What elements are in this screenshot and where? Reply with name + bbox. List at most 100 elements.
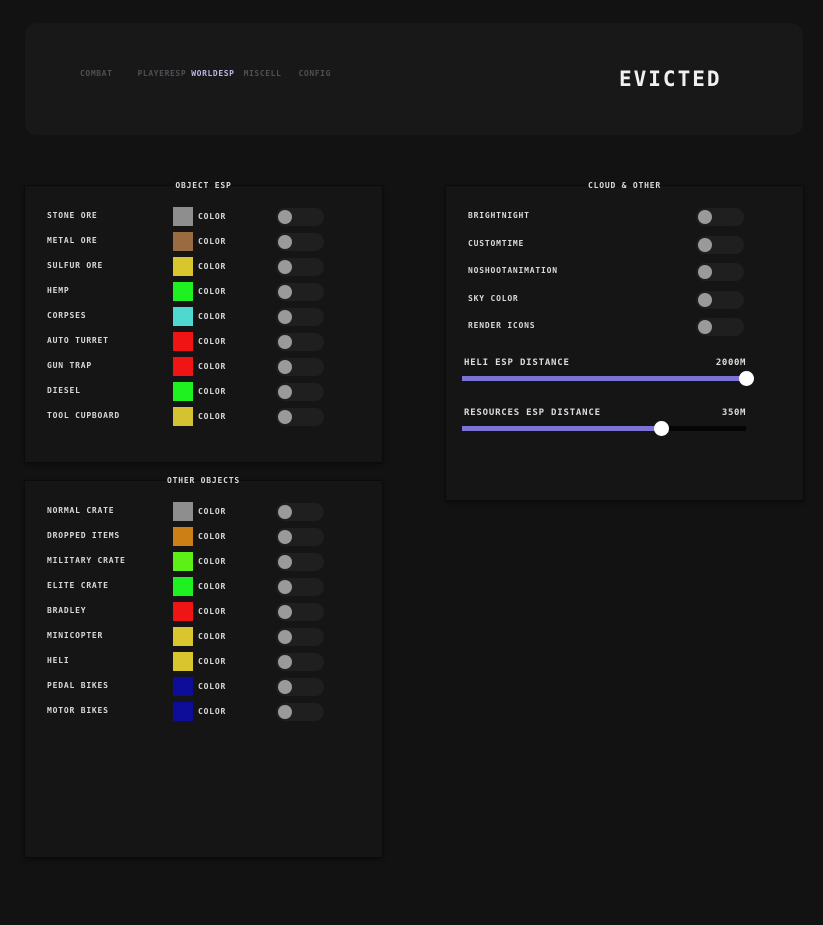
- color-swatch[interactable]: [173, 677, 193, 696]
- color-label: COLOR: [198, 312, 227, 321]
- color-swatch[interactable]: [173, 577, 193, 596]
- tab-combat[interactable]: COMBAT: [80, 69, 113, 78]
- toggle-knob: [698, 210, 712, 224]
- slider-value: 2000M: [715, 358, 746, 368]
- color-swatch[interactable]: [173, 257, 193, 276]
- toggle-switch[interactable]: [276, 283, 324, 301]
- toggle-switch[interactable]: [276, 578, 324, 596]
- tab-worldesp[interactable]: WORLDESP: [191, 69, 234, 78]
- color-label: COLOR: [198, 362, 227, 371]
- list-item-auto-turret: AUTO TURRET COLOR: [25, 332, 382, 352]
- toggle-row-render-icons: RENDER ICONS: [446, 317, 803, 337]
- toggle-switch[interactable]: [276, 308, 324, 326]
- slider-thumb[interactable]: [739, 371, 754, 386]
- color-swatch[interactable]: [173, 282, 193, 301]
- item-label: MINICOPTER: [47, 631, 104, 640]
- tab-miscell[interactable]: MISCELL: [244, 69, 282, 78]
- toggle-row-noshootanimation: NOSHOOTANIMATION: [446, 262, 803, 282]
- toggle-row-sky-color: SKY COLOR: [446, 290, 803, 310]
- other-objects-panel: OTHER OBJECTS NORMAL CRATE COLOR DROPPED I…: [25, 476, 382, 857]
- slider-track[interactable]: [462, 421, 746, 436]
- slider-thumb[interactable]: [653, 421, 669, 436]
- toggle-knob: [278, 210, 292, 224]
- toggle-switch[interactable]: [276, 383, 324, 401]
- toggle-knob: [278, 580, 292, 594]
- toggle-switch[interactable]: [696, 318, 744, 336]
- toggle-label: SKY COLOR: [468, 293, 519, 303]
- toggle-switch[interactable]: [276, 703, 324, 721]
- slider-fill: [462, 426, 661, 431]
- toggle-switch[interactable]: [276, 653, 324, 671]
- color-swatch[interactable]: [173, 702, 193, 721]
- color-label: COLOR: [198, 582, 227, 591]
- app-title: EVICTED: [619, 67, 722, 91]
- panel-title: OBJECT ESP: [175, 181, 232, 190]
- toggle-knob: [278, 530, 292, 544]
- toggle-row-customtime: CUSTOMTIME: [446, 235, 803, 255]
- color-swatch[interactable]: [173, 232, 193, 251]
- toggle-row-brightnight: BRIGHTNIGHT: [446, 207, 803, 227]
- item-label: STONE ORE: [47, 211, 98, 220]
- toggle-knob: [278, 285, 292, 299]
- toggle-switch[interactable]: [696, 235, 744, 254]
- toggle-switch[interactable]: [276, 408, 324, 426]
- toggle-switch[interactable]: [276, 503, 324, 521]
- color-swatch[interactable]: [173, 627, 193, 646]
- color-swatch[interactable]: [173, 382, 193, 401]
- toggle-switch[interactable]: [276, 358, 324, 376]
- tab-playeresp[interactable]: PLAYERESP: [138, 69, 187, 78]
- toggle-knob: [278, 310, 292, 324]
- toggle-switch[interactable]: [276, 333, 324, 351]
- list-item-elite-crate: ELITE CRATE COLOR: [25, 577, 382, 597]
- toggle-switch[interactable]: [276, 233, 324, 251]
- list-item-bradley: BRADLEY COLOR: [25, 602, 382, 622]
- color-label: COLOR: [198, 412, 227, 421]
- color-label: COLOR: [198, 237, 227, 246]
- toggle-knob: [278, 360, 292, 374]
- toggle-knob: [278, 705, 292, 719]
- color-swatch[interactable]: [173, 502, 193, 521]
- color-swatch[interactable]: [173, 307, 193, 326]
- color-swatch[interactable]: [173, 407, 193, 426]
- color-swatch[interactable]: [173, 357, 193, 376]
- item-label: NORMAL CRATE: [47, 506, 115, 515]
- color-swatch[interactable]: [173, 332, 193, 351]
- list-item-pedal-bikes: PEDAL BIKES COLOR: [25, 677, 382, 697]
- color-label: COLOR: [198, 387, 227, 396]
- slider-label: RESOURCES ESP DISTANCE: [464, 408, 601, 418]
- panel-title: OTHER OBJECTS: [166, 476, 240, 485]
- slider-track[interactable]: [462, 371, 754, 386]
- color-swatch[interactable]: [173, 552, 193, 571]
- toggle-switch[interactable]: [276, 603, 324, 621]
- color-label: COLOR: [198, 532, 227, 541]
- color-swatch[interactable]: [173, 527, 193, 546]
- color-label: COLOR: [198, 682, 227, 691]
- toggle-switch[interactable]: [276, 528, 324, 546]
- toggle-switch[interactable]: [276, 553, 324, 571]
- toggle-knob: [278, 410, 292, 424]
- list-item-motor-bikes: MOTOR BIKES COLOR: [25, 702, 382, 722]
- header-bar: COMBAT PLAYERESP WORLDESP MISCELL CONFIG…: [25, 23, 803, 135]
- color-label: COLOR: [198, 287, 227, 296]
- toggle-knob: [278, 605, 292, 619]
- toggle-switch[interactable]: [276, 678, 324, 696]
- toggle-switch[interactable]: [696, 290, 744, 309]
- item-label: ELITE CRATE: [47, 581, 109, 590]
- tab-config[interactable]: CONFIG: [299, 69, 332, 78]
- toggle-knob: [278, 680, 292, 694]
- cloud-other-panel: CLOUD & OTHER BRIGHTNIGHT CUSTOMTIME NOSHO…: [446, 181, 803, 500]
- color-swatch[interactable]: [173, 207, 193, 226]
- toggle-switch[interactable]: [696, 263, 744, 281]
- toggle-label: CUSTOMTIME: [468, 238, 525, 248]
- color-swatch[interactable]: [173, 652, 193, 671]
- toggle-knob: [278, 235, 292, 249]
- color-label: COLOR: [198, 212, 227, 221]
- toggle-knob: [698, 265, 712, 279]
- toggle-switch[interactable]: [276, 258, 324, 276]
- toggle-switch[interactable]: [276, 208, 324, 226]
- toggle-switch[interactable]: [696, 208, 744, 226]
- color-swatch[interactable]: [173, 602, 193, 621]
- list-item-sulfur-ore: SULFUR ORE COLOR: [25, 257, 382, 277]
- slider-value: 350M: [721, 408, 746, 418]
- toggle-switch[interactable]: [276, 628, 324, 646]
